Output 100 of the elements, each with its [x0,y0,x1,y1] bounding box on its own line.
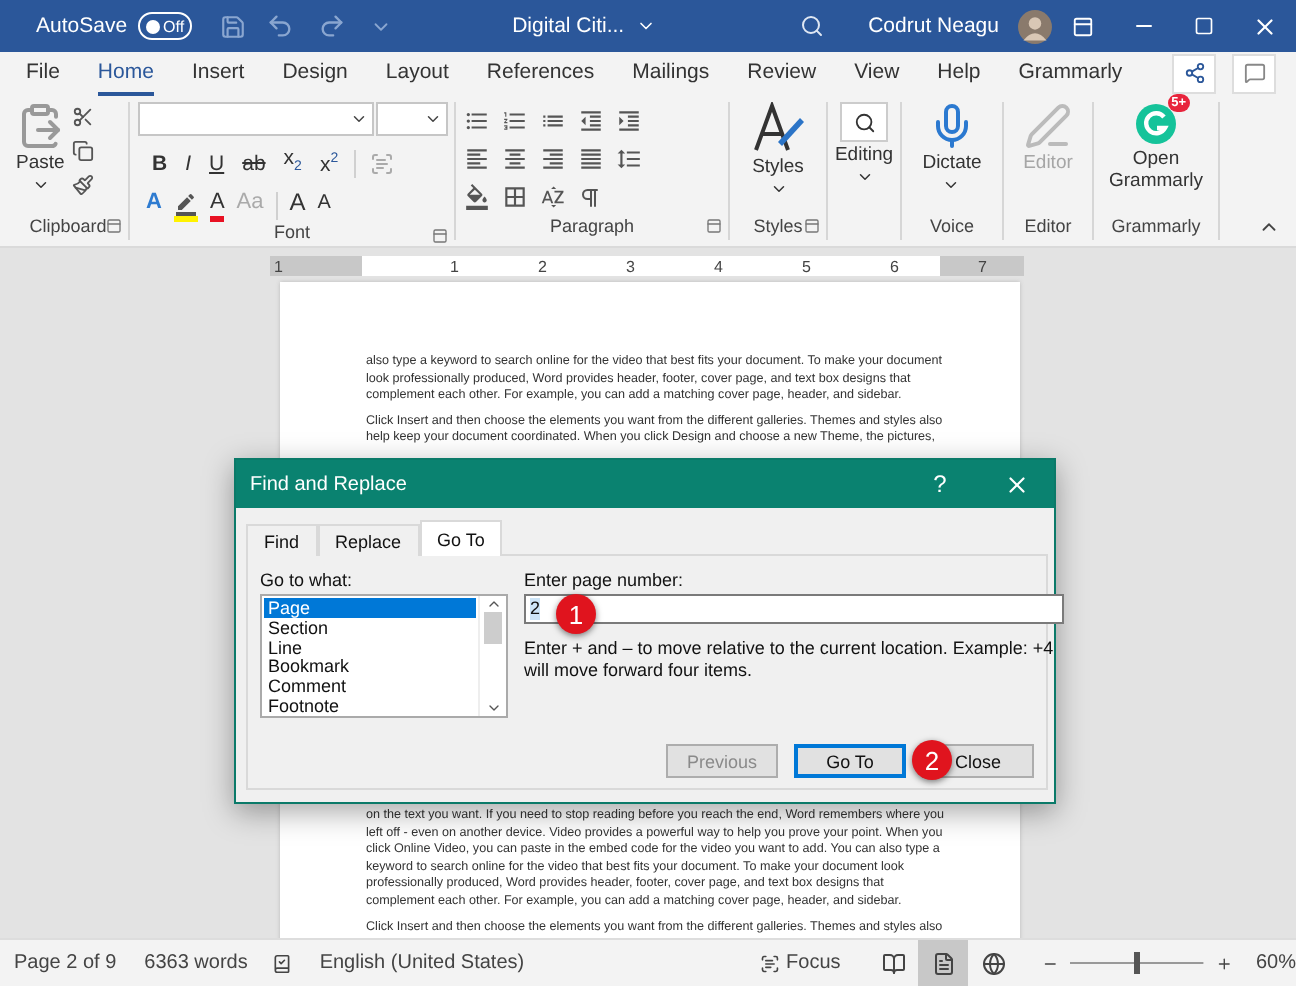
language-label[interactable]: English (United States) [319,952,525,974]
format-button[interactable]: I [183,149,194,178]
ribbon-display-icon[interactable] [1072,15,1095,37]
ribbon-tab[interactable]: Design [282,60,348,96]
list-item[interactable]: Section [264,617,476,638]
styles-button[interactable]: Styles [750,102,806,212]
scroll-thumb[interactable] [484,612,502,644]
align-right-icon[interactable] [540,146,566,172]
focus-label[interactable]: Focus [786,952,841,974]
hint-text: Enter + and – to move relative to the current location. Example: +4 will move forward four items. [524,638,1056,682]
save-icon[interactable] [220,13,247,39]
font-size-field[interactable] [376,102,448,136]
dialog-tab[interactable]: Go To [419,520,503,556]
borders-icon[interactable] [502,184,528,210]
autosave-label: AutoSave [36,14,128,38]
format-button[interactable]: x$^{2}$ [317,146,341,180]
launcher-icon[interactable] [432,228,448,245]
ribbon-tab[interactable]: View [854,60,900,96]
go-to-list[interactable]: Page Section Line Bookmark Comment Footnote [260,594,508,718]
line-spacing-icon[interactable] [616,146,642,172]
dialog-tab[interactable]: Replace [317,524,420,556]
increase-indent-icon[interactable] [616,108,642,134]
comments-button[interactable] [1232,53,1276,93]
ruler-mark: 7 [978,257,989,275]
scroll-up-icon[interactable] [485,596,501,612]
paste-button[interactable]: Paste [16,102,65,212]
zoom-level[interactable]: 60% [1255,952,1296,974]
align-center-icon[interactable] [502,146,528,172]
highlighter-icon[interactable] [173,191,198,222]
dialog-tab[interactable]: Find [246,524,318,556]
autosave-toggle[interactable]: Off [137,12,193,40]
ribbon-tab[interactable]: Insert [191,60,245,96]
list-item[interactable]: Footnote [264,695,476,716]
close-icon[interactable] [1252,13,1279,39]
ruler-mark: 6 [890,257,901,275]
launcher-icon[interactable] [804,218,820,234]
launcher-icon[interactable] [106,218,122,234]
ribbon-tab[interactable]: File [26,60,60,96]
field-label: Enter page number: [524,570,684,590]
editing-button[interactable]: Editing [834,102,894,212]
font-effect-button[interactable]: A [209,190,225,223]
ribbon-tab[interactable]: Grammarly [1018,60,1123,96]
word-count[interactable]: 6363 words [144,952,248,974]
format-button[interactable]: B [150,149,170,178]
ribbon-tab[interactable]: Mailings [632,60,710,96]
copy-icon[interactable] [72,140,95,162]
search-icon[interactable] [800,14,825,38]
bullets-icon[interactable] [464,108,490,134]
group-label: Styles [753,216,803,236]
avatar-icon[interactable] [1018,7,1053,45]
ribbon-tab[interactable]: Help [937,60,981,96]
maximize-icon[interactable] [1194,16,1215,36]
ribbon-tab[interactable]: Review [747,60,817,96]
proofing-icon[interactable] [271,951,292,975]
undo-icon[interactable] [266,12,295,40]
launcher-icon[interactable] [706,218,722,234]
ruler-mark: 2 [538,257,549,275]
print-layout-button[interactable] [918,940,969,986]
help-button[interactable]: ? [902,460,978,508]
shading-icon[interactable] [464,184,490,210]
list-item[interactable]: Page [264,598,476,618]
format-button[interactable]: ab [240,149,268,178]
ribbon-tab[interactable]: Home [97,60,154,96]
list-item[interactable]: Line [264,637,476,657]
field-label: Go to what: [260,570,353,590]
zoom-thumb[interactable] [1134,952,1141,974]
decrease-indent-icon[interactable] [578,108,604,134]
redo-icon[interactable] [318,12,347,40]
dictate-button[interactable]: Dictate [922,102,982,212]
pilcrow-icon[interactable] [578,185,602,209]
caret-icon [424,110,442,128]
ribbon-tab[interactable]: References [486,60,595,96]
group-label: Grammarly [1111,216,1201,236]
list-item[interactable]: Comment [264,676,476,696]
group-label: Voice [929,216,975,236]
ribbon-tab[interactable]: Layout [385,60,449,96]
font-name-field[interactable] [138,102,374,136]
ruler-mark: 5 [802,257,813,275]
format-painter-icon[interactable] [72,174,95,196]
format-button[interactable]: x$_{2}$ [281,144,304,183]
dialog-button[interactable]: Go To [794,744,906,778]
numbering-icon[interactable] [502,108,528,134]
font-effect-button[interactable]: A [317,190,331,223]
user-name[interactable]: Codrut Neagu [868,14,999,38]
group-label: Paragraph [549,216,635,236]
cut-icon[interactable] [72,106,95,128]
share-icon [1183,62,1205,84]
font-effect-button[interactable]: A [289,190,306,223]
justify-icon[interactable] [578,146,604,172]
align-left-icon[interactable] [464,146,490,172]
focus-icon[interactable] [760,951,781,975]
font-effect-button[interactable]: A [146,190,162,223]
format-button[interactable]: U [207,149,227,178]
page-count[interactable]: Page 2 of 9 [14,952,117,974]
share-button[interactable] [1172,53,1216,93]
sort-icon[interactable] [540,184,566,210]
document-title[interactable]: Digital Citi... [512,14,625,38]
zoom-in-icon[interactable] [1215,953,1232,973]
scroll-down-icon[interactable] [485,700,501,716]
list-item[interactable]: Bookmark [264,656,476,677]
